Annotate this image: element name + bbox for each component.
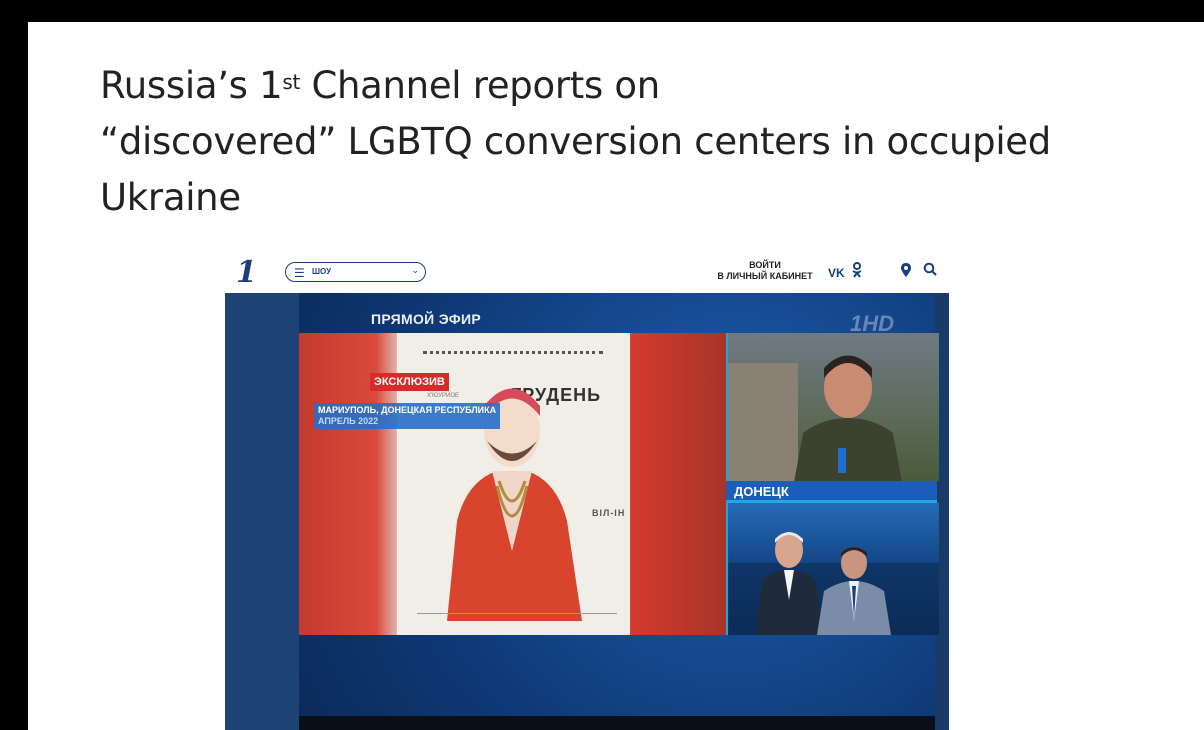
calendar-footnote (417, 613, 617, 632)
date-text: АПРЕЛЬ 2022 (318, 416, 379, 426)
login-line1: ВОЙТИ (749, 260, 781, 270)
location-caption: МАРИУПОЛЬ, ДОНЕЦКАЯ РЕСПУБЛИКА АПРЕЛЬ 20… (314, 403, 501, 429)
exclusive-badge: ЭКСКЛЮЗИВ (370, 373, 449, 391)
reporter-figure (794, 355, 902, 481)
live-label: ПРЯМОЙ ЭФИР (371, 311, 482, 327)
search-icon[interactable] (923, 262, 937, 279)
channel-one-logo[interactable]: 1 (236, 255, 257, 290)
location-caption-donetsk: ДОНЕЦК (726, 481, 937, 503)
calendar-rings (423, 351, 603, 362)
slide-title: Russia’s 1st Channel reports on “discover… (100, 64, 1051, 219)
embedded-screenshot: 1 ☰ ШОУ ⌄ ВОЙТИ В ЛИЧНЫЙ КАБИНЕТ VK ПРЯМ… (225, 253, 949, 730)
main-video-feed: Х'ЮУРИОЕ ГРУДЕНЬ ВІЛ-ІН (299, 333, 726, 635)
odnoklassniki-icon[interactable] (852, 262, 862, 282)
menu-label: ШОУ (312, 267, 332, 276)
menu-icon: ☰ (294, 266, 305, 280)
site-header: 1 ☰ ШОУ ⌄ ВОЙТИ В ЛИЧНЫЙ КАБИНЕТ VK (225, 253, 949, 293)
player-side-panel (225, 293, 299, 730)
login-line2: В ЛИЧНЫЙ КАБИНЕТ (717, 271, 813, 281)
menu-dropdown[interactable]: ☰ ШОУ ⌄ (285, 262, 426, 282)
login-link[interactable]: ВОЙТИ В ЛИЧНЫЙ КАБИНЕТ (708, 260, 822, 282)
studio-video-feed (726, 503, 939, 635)
player-bottom-bar (299, 716, 935, 730)
location-pin-icon[interactable] (900, 262, 912, 282)
location-text: МАРИУПОЛЬ, ДОНЕЦКАЯ РЕСПУБЛИКА (318, 405, 497, 415)
reporter-video-feed (726, 333, 939, 481)
slide: Russia’s 1st Channel reports on “discover… (28, 22, 1204, 730)
chevron-down-icon: ⌄ (411, 265, 419, 275)
vk-icon[interactable]: VK (828, 266, 845, 280)
studio-guest-figure (816, 547, 892, 635)
calendar-side-text: ВІЛ-ІН (592, 508, 626, 518)
